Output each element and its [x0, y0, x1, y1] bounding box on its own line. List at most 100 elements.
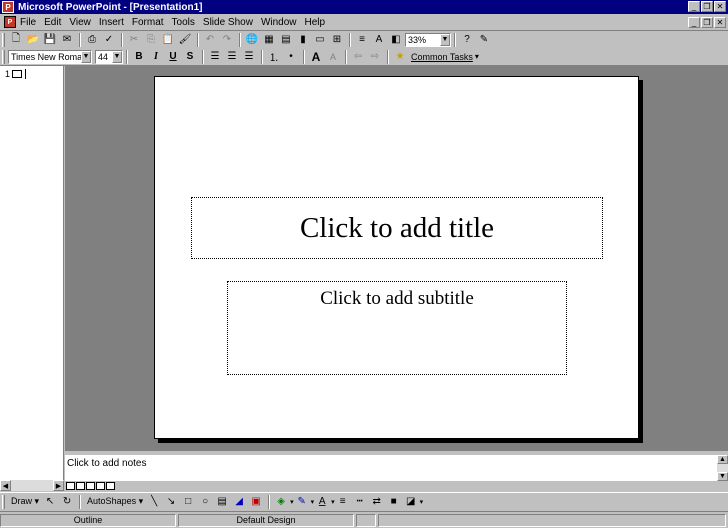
rectangle-icon[interactable]: □	[180, 494, 196, 509]
format-painter-icon[interactable]: 🖌	[177, 32, 193, 47]
office-assistant-icon[interactable]: ✎	[476, 32, 492, 47]
slide-icon[interactable]	[12, 70, 22, 78]
shadow-button[interactable]: S	[182, 49, 198, 64]
shadow-icon[interactable]: ■	[386, 494, 402, 509]
numbering-icon[interactable]: ⒈	[266, 49, 282, 64]
email-icon[interactable]: ✉	[59, 32, 75, 47]
clip-art-icon[interactable]: ▣	[248, 494, 264, 509]
font-color-icon[interactable]: A	[314, 494, 330, 509]
dash-style-icon[interactable]: ┅	[352, 494, 368, 509]
decrease-font-icon[interactable]: A	[325, 49, 341, 64]
menu-slide-show[interactable]: Slide Show	[199, 17, 257, 28]
chevron-down-icon[interactable]: ▾	[420, 498, 424, 506]
line-icon[interactable]: ╲	[146, 494, 162, 509]
free-rotate-icon[interactable]: ↻	[59, 494, 75, 509]
slide-show-view-icon[interactable]	[106, 482, 115, 490]
3d-icon[interactable]: ◪	[403, 494, 419, 509]
menu-file[interactable]: File	[16, 17, 40, 28]
open-icon[interactable]: 📂	[25, 32, 41, 47]
doc-close-button[interactable]: ✕	[714, 17, 726, 28]
doc-restore-button[interactable]: ❐	[701, 17, 713, 28]
notes-pane[interactable]: Click to add notes ▲ ▼	[65, 453, 728, 483]
toolbar-grip[interactable]	[2, 32, 5, 47]
oval-icon[interactable]: ○	[197, 494, 213, 509]
autoshapes-menu-button[interactable]: AutoShapes ▾	[84, 496, 146, 507]
scroll-left-icon[interactable]: ◀	[0, 480, 11, 491]
common-tasks-button[interactable]: Common Tasks	[411, 52, 473, 62]
redo-icon[interactable]: ↷	[219, 32, 235, 47]
align-right-icon[interactable]: ☰	[241, 49, 257, 64]
fill-color-icon[interactable]: ◈	[273, 494, 289, 509]
draw-menu-button[interactable]: Draw ▾	[8, 496, 42, 507]
align-left-icon[interactable]: ☰	[207, 49, 223, 64]
powerpoint-app-icon[interactable]: P	[2, 1, 14, 13]
text-box-icon[interactable]: ▤	[214, 494, 230, 509]
italic-button[interactable]: I	[148, 49, 164, 64]
notes-vertical-scrollbar[interactable]: ▲ ▼	[717, 455, 728, 483]
outline-view-icon[interactable]	[76, 482, 85, 490]
cut-icon[interactable]: ✂	[126, 32, 142, 47]
slide-layout-icon[interactable]: ⊞	[329, 32, 345, 47]
title-placeholder[interactable]: Click to add title	[191, 197, 603, 259]
close-button[interactable]: ✕	[714, 1, 726, 12]
select-objects-icon[interactable]: ↖	[42, 494, 58, 509]
demote-icon[interactable]: ⇨	[367, 49, 383, 64]
line-style-icon[interactable]: ≡	[335, 494, 351, 509]
expand-all-icon[interactable]: ≡	[354, 32, 370, 47]
restore-button[interactable]: ❐	[701, 1, 713, 12]
underline-button[interactable]: U	[165, 49, 181, 64]
arrow-icon[interactable]: ↘	[163, 494, 179, 509]
chevron-down-icon[interactable]: ▼	[440, 33, 450, 46]
document-icon[interactable]: P	[4, 16, 16, 28]
slide-canvas[interactable]: Click to add title Click to add subtitle	[154, 76, 639, 439]
scroll-up-icon[interactable]: ▲	[717, 455, 728, 464]
bold-button[interactable]: B	[131, 49, 147, 64]
copy-icon[interactable]: ⎘	[143, 32, 159, 47]
wordart-icon[interactable]: ◢	[231, 494, 247, 509]
paste-icon[interactable]: 📋	[160, 32, 176, 47]
minimize-button[interactable]: _	[688, 1, 700, 12]
chevron-down-icon[interactable]: ▼	[112, 50, 122, 63]
show-formatting-icon[interactable]: A	[371, 32, 387, 47]
menu-edit[interactable]: Edit	[40, 17, 65, 28]
doc-minimize-button[interactable]: _	[688, 17, 700, 28]
font-select[interactable]: Times New Roman ▼	[8, 49, 92, 64]
increase-font-button[interactable]: A	[308, 49, 324, 64]
bullets-icon[interactable]: •	[283, 49, 299, 64]
scroll-track[interactable]	[11, 480, 53, 491]
menu-tools[interactable]: Tools	[168, 17, 199, 28]
animation-effects-icon[interactable]: ★	[392, 49, 408, 64]
toolbar-grip[interactable]	[2, 49, 5, 64]
line-color-icon[interactable]: ✎	[294, 494, 310, 509]
menu-window[interactable]: Window	[257, 17, 301, 28]
outline-pane[interactable]: 1	[0, 66, 64, 480]
spelling-icon[interactable]: ✓	[101, 32, 117, 47]
align-center-icon[interactable]: ☰	[224, 49, 240, 64]
new-icon[interactable]: 🗋	[8, 32, 24, 47]
grayscale-icon[interactable]: ◧	[388, 32, 404, 47]
menu-format[interactable]: Format	[128, 17, 168, 28]
toolbar-grip[interactable]	[2, 494, 5, 509]
save-icon[interactable]: 💾	[42, 32, 58, 47]
print-icon[interactable]: ⎙	[84, 32, 100, 47]
slide-sorter-view-icon[interactable]	[96, 482, 105, 490]
slide-view-icon[interactable]	[86, 482, 95, 490]
undo-icon[interactable]: ↶	[202, 32, 218, 47]
insert-table-icon[interactable]: ▦	[261, 32, 277, 47]
arrow-style-icon[interactable]: ⇄	[369, 494, 385, 509]
scroll-down-icon[interactable]: ▼	[717, 472, 728, 481]
zoom-select[interactable]: 33% ▼	[405, 32, 451, 47]
promote-icon[interactable]: ⇦	[350, 49, 366, 64]
help-icon[interactable]: ?	[459, 32, 475, 47]
notes-placeholder[interactable]: Click to add notes	[67, 458, 147, 469]
outline-horizontal-scrollbar[interactable]: ◀ ▶	[0, 480, 64, 491]
menu-view[interactable]: View	[65, 17, 95, 28]
subtitle-placeholder[interactable]: Click to add subtitle	[227, 281, 567, 375]
chevron-down-icon[interactable]: ▾	[475, 52, 479, 61]
menu-help[interactable]: Help	[301, 17, 330, 28]
font-size-select[interactable]: 44 ▼	[95, 49, 123, 64]
menu-insert[interactable]: Insert	[95, 17, 128, 28]
normal-view-icon[interactable]	[66, 482, 75, 490]
insert-excel-icon[interactable]: ▤	[278, 32, 294, 47]
hyperlink-icon[interactable]: 🌐	[244, 32, 260, 47]
